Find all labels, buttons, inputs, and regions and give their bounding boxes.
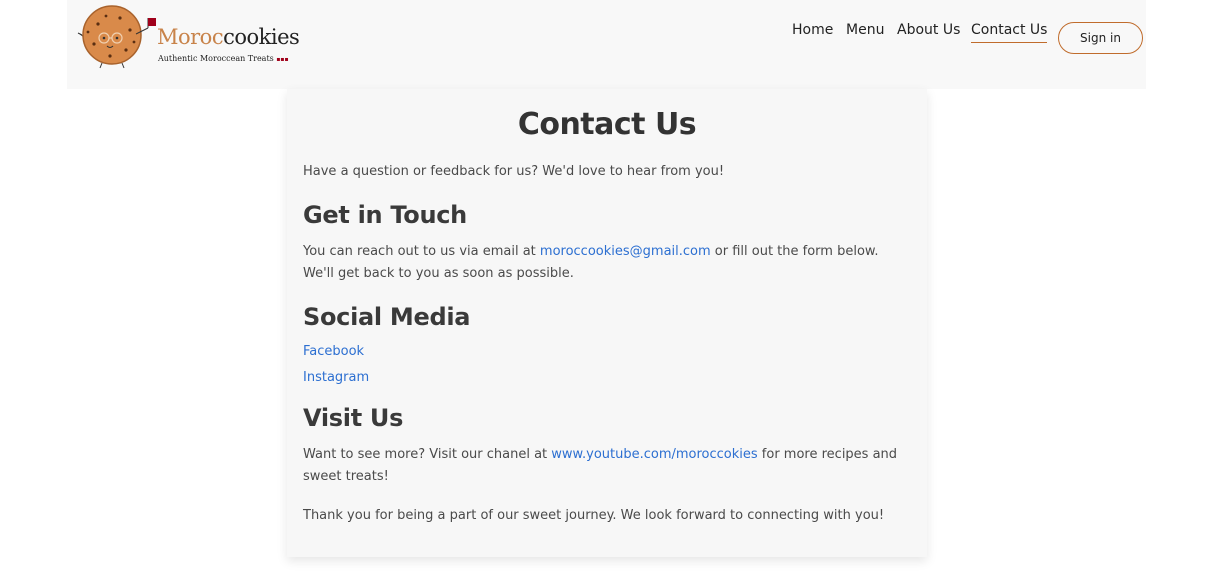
brand-tagline-text: Authentic Moroccean Treats bbox=[158, 54, 274, 63]
contact-intro: Have a question or feedback for us? We'd… bbox=[303, 164, 725, 179]
email-link[interactable]: moroccookies@gmail.com bbox=[540, 244, 711, 259]
cookie-mascot-icon bbox=[77, 5, 156, 69]
brand-tagline-dots: ▪▪▪ bbox=[276, 56, 289, 63]
get-in-touch-text: You can reach out to us via email at mor… bbox=[303, 241, 913, 285]
brand-name: Moroccookies bbox=[157, 25, 300, 49]
youtube-link[interactable]: www.youtube.com/moroccokies bbox=[551, 447, 757, 462]
get-in-touch-heading: Get in Touch bbox=[303, 201, 467, 229]
nav-about-us[interactable]: About Us bbox=[897, 22, 960, 42]
visit-us-heading: Visit Us bbox=[303, 404, 404, 432]
instagram-link[interactable]: Instagram bbox=[303, 370, 369, 385]
brand-tagline: Authentic Moroccean Treats ▪▪▪ bbox=[158, 54, 289, 63]
site-header: Moroccookies Authentic Moroccean Treats … bbox=[67, 0, 1146, 89]
social-media-heading: Social Media bbox=[303, 303, 471, 331]
visit-us-text: Want to see more? Visit our chanel at ww… bbox=[303, 444, 913, 488]
nav-contact-us[interactable]: Contact Us bbox=[971, 22, 1048, 43]
touch-text-before: You can reach out to us via email at bbox=[303, 244, 540, 259]
brand-logo[interactable]: Moroccookies Authentic Moroccean Treats … bbox=[76, 4, 306, 70]
nav-home[interactable]: Home bbox=[792, 22, 833, 42]
page-title: Contact Us bbox=[517, 107, 697, 142]
instagram-row: Instagram bbox=[303, 367, 913, 389]
facebook-row: Facebook bbox=[303, 341, 913, 363]
facebook-link[interactable]: Facebook bbox=[303, 344, 364, 359]
sign-in-button[interactable]: Sign in bbox=[1058, 22, 1143, 54]
contact-card: Contact Us Have a question or feedback f… bbox=[287, 89, 927, 557]
brand-name-part1: Moroc bbox=[157, 25, 224, 49]
nav-menu[interactable]: Menu bbox=[846, 22, 884, 42]
thank-you-text: Thank you for being a part of our sweet … bbox=[303, 508, 885, 523]
visit-text-before: Want to see more? Visit our chanel at bbox=[303, 447, 552, 462]
brand-name-part2: cookies bbox=[223, 25, 300, 49]
